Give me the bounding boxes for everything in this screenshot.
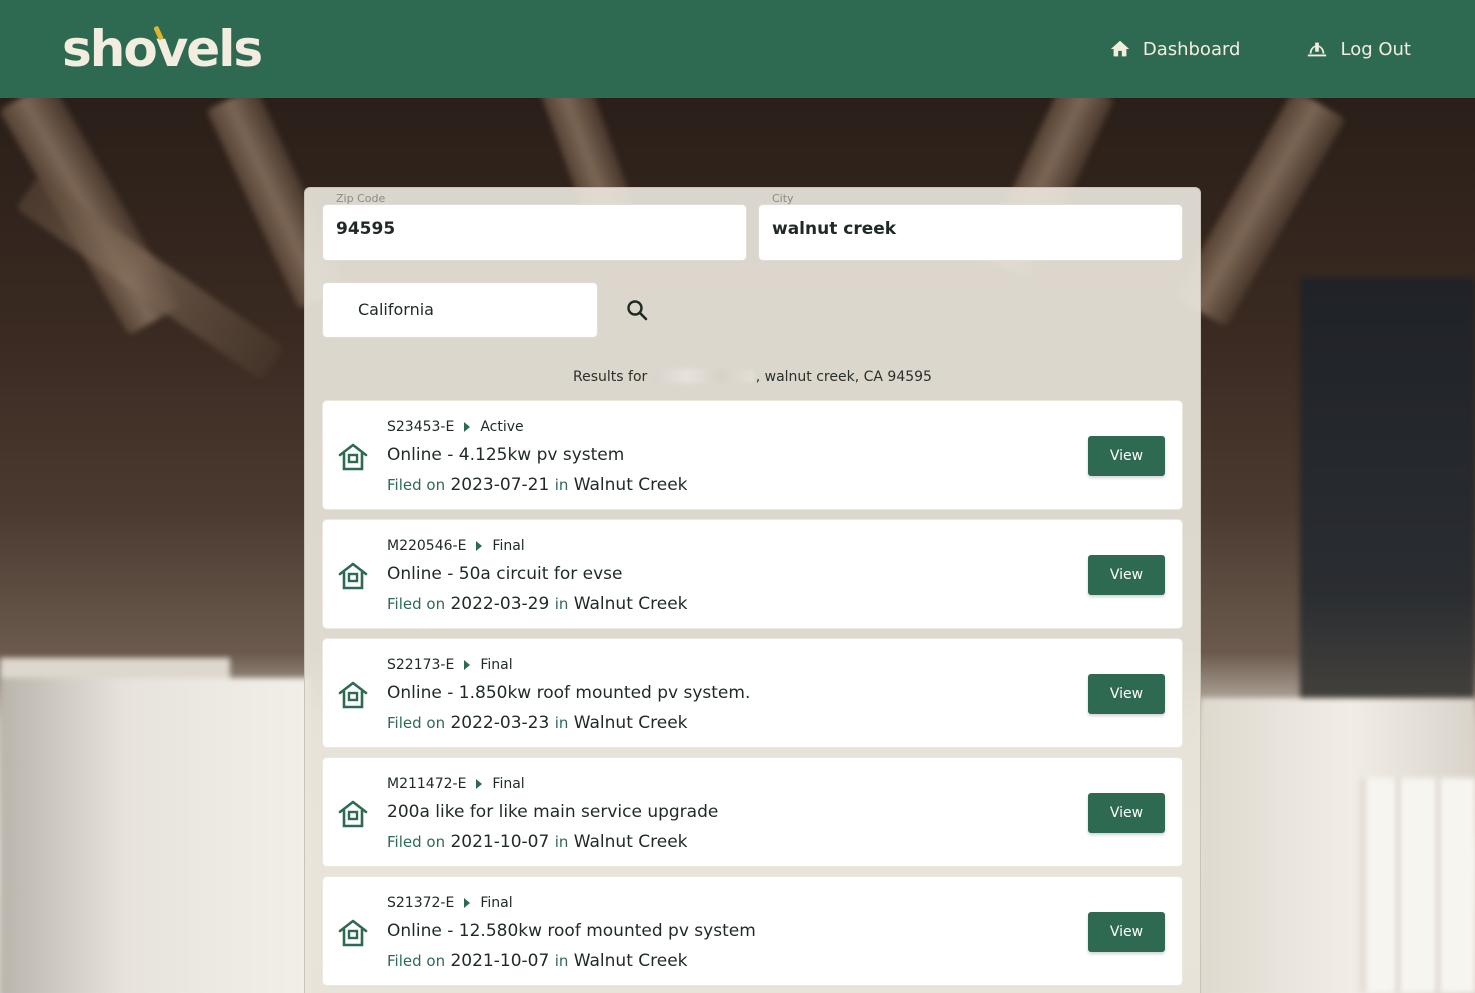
caret-right-icon <box>464 898 471 908</box>
shovels-logo[interactable]: shovels <box>62 24 263 74</box>
nav-dashboard-label: Dashboard <box>1142 38 1241 60</box>
permit-date: 2022-03-29 <box>450 594 550 614</box>
house-icon <box>338 919 368 947</box>
permit-date: 2022-03-23 <box>450 713 550 733</box>
zip-code-label: Zip Code <box>336 192 386 205</box>
caret-right-icon <box>464 660 471 670</box>
permit-date: 2021-10-07 <box>450 951 550 971</box>
house-icon <box>338 800 368 828</box>
in-label: in <box>554 952 569 970</box>
in-label: in <box>554 714 569 732</box>
in-label: in <box>554 833 569 851</box>
caret-right-icon <box>476 779 483 789</box>
permit-id: M220546-E <box>387 538 467 554</box>
permit-meta: Filed on 2022-03-29 in Walnut Creek <box>387 594 688 614</box>
permit-id: S23453-E <box>387 419 455 435</box>
permit-title: Online - 4.125kw pv system <box>387 445 625 465</box>
nav-logout-label: Log Out <box>1340 38 1411 60</box>
filed-on-label: Filed on <box>387 833 446 851</box>
permit-header: S22173-E Final <box>387 657 513 673</box>
filed-on-label: Filed on <box>387 595 446 613</box>
permit-status: Final <box>480 895 513 911</box>
permit-status: Final <box>492 538 525 554</box>
search-button[interactable] <box>623 296 651 324</box>
results-prefix: Results for <box>573 369 648 385</box>
permit-city: Walnut Creek <box>573 951 688 971</box>
permit-status: Final <box>480 657 513 673</box>
permit-id: S22173-E <box>387 657 455 673</box>
zip-code-input[interactable] <box>336 219 717 239</box>
view-button[interactable]: View <box>1088 674 1165 714</box>
filed-on-label: Filed on <box>387 476 446 494</box>
home-icon <box>1110 40 1129 57</box>
nav-logout-link[interactable]: Log Out <box>1306 38 1411 60</box>
house-icon <box>338 562 368 590</box>
house-icon <box>338 681 368 709</box>
permit-header: M211472-E Final <box>387 776 525 792</box>
hard-hat-icon <box>1308 42 1327 57</box>
permit-card: M211472-E Final 200a like for like main … <box>322 757 1183 867</box>
filed-on-label: Filed on <box>387 952 446 970</box>
city-field[interactable]: City <box>758 192 1183 261</box>
zip-code-field[interactable]: Zip Code <box>322 192 747 261</box>
permit-city: Walnut Creek <box>573 475 688 495</box>
view-button[interactable]: View <box>1088 912 1165 952</box>
house-icon <box>338 443 368 471</box>
in-label: in <box>554 476 569 494</box>
permit-date: 2023-07-21 <box>450 475 550 495</box>
permit-card: S23453-E Active Online - 4.125kw pv syst… <box>322 400 1183 510</box>
filed-on-label: Filed on <box>387 714 446 732</box>
permit-title: Online - 12.580kw roof mounted pv system <box>387 921 756 941</box>
permit-card: S21372-E Final Online - 12.580kw roof mo… <box>322 876 1183 986</box>
permit-status: Final <box>492 776 525 792</box>
permit-title: 200a like for like main service upgrade <box>387 802 719 822</box>
permit-header: S21372-E Final <box>387 895 513 911</box>
caret-right-icon <box>476 541 483 551</box>
permit-meta: Filed on 2023-07-21 in Walnut Creek <box>387 475 688 495</box>
view-button[interactable]: View <box>1088 555 1165 595</box>
permit-title: Online - 1.850kw roof mounted pv system. <box>387 683 751 703</box>
permit-meta: Filed on 2022-03-23 in Walnut Creek <box>387 713 688 733</box>
city-label: City <box>772 192 794 205</box>
in-label: in <box>554 595 569 613</box>
permit-card: M220546-E Final Online - 50a circuit for… <box>322 519 1183 629</box>
permit-header: M220546-E Final <box>387 538 525 554</box>
permit-city: Walnut Creek <box>573 832 688 852</box>
permit-meta: Filed on 2021-10-07 in Walnut Creek <box>387 832 688 852</box>
caret-right-icon <box>464 422 471 432</box>
permit-date: 2021-10-07 <box>450 832 550 852</box>
permit-city: Walnut Creek <box>573 594 688 614</box>
main-nav: Dashboard Log Out <box>1109 38 1411 60</box>
permit-card: S22173-E Final Online - 1.850kw roof mou… <box>322 638 1183 748</box>
permit-list: S23453-E Active Online - 4.125kw pv syst… <box>322 400 1183 993</box>
view-button[interactable]: View <box>1088 793 1165 833</box>
permit-title: Online - 50a circuit for evse <box>387 564 623 584</box>
permit-status: Active <box>480 419 524 435</box>
permit-id: S21372-E <box>387 895 455 911</box>
nav-dashboard-link[interactable]: Dashboard <box>1109 38 1241 60</box>
redacted-address <box>653 369 754 383</box>
state-select-value: California <box>358 300 434 319</box>
permit-meta: Filed on 2021-10-07 in Walnut Creek <box>387 951 688 971</box>
results-summary: Results for , walnut creek, CA 94595 <box>305 369 1200 385</box>
top-navigation-bar: shovels Dashboard Log Out <box>0 0 1475 98</box>
permit-id: M211472-E <box>387 776 467 792</box>
results-suffix: , walnut creek, CA 94595 <box>755 369 932 385</box>
permit-city: Walnut Creek <box>573 713 688 733</box>
search-panel: Zip Code City California Results for , w… <box>304 187 1201 993</box>
city-input[interactable] <box>772 219 1153 239</box>
permit-header: S23453-E Active <box>387 419 524 435</box>
state-select[interactable]: California <box>322 282 598 338</box>
search-icon <box>627 300 648 321</box>
view-button[interactable]: View <box>1088 436 1165 476</box>
